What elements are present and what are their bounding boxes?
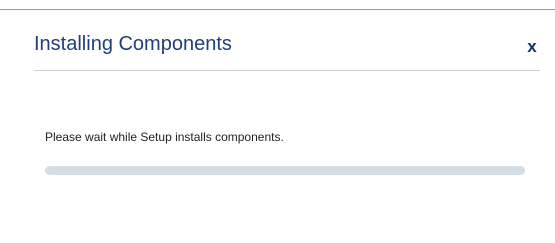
dialog-title: Installing Components	[34, 33, 232, 55]
header-divider	[34, 70, 540, 71]
progress-bar	[45, 166, 525, 175]
close-button[interactable]: x	[522, 36, 542, 58]
window-top-border	[0, 9, 555, 10]
status-message: Please wait while Setup installs compone…	[45, 130, 284, 144]
